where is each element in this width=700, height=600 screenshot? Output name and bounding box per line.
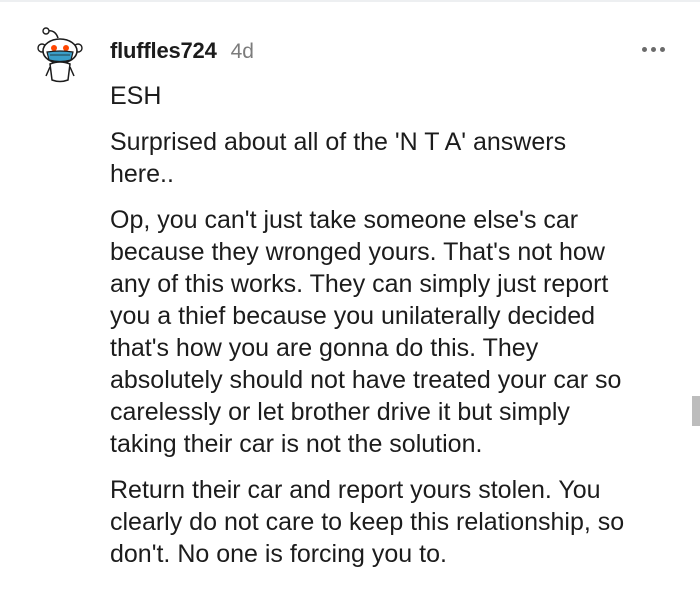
comment-paragraph: Op, you can't just take someone else's c… xyxy=(110,206,622,458)
more-options-icon[interactable] xyxy=(636,40,670,58)
comment-paragraph: Surprised about all of the 'N T A' answe… xyxy=(110,128,567,188)
comment: fluffles724 4d ESH Surprised about all o… xyxy=(0,0,700,600)
comment-timestamp[interactable]: 4d xyxy=(231,40,254,64)
comment-paragraph: Return their car and report yours stolen… xyxy=(110,476,625,568)
comment-header: fluffles724 4d xyxy=(110,38,254,64)
comment-paragraph: ESH xyxy=(110,82,162,110)
more-dot xyxy=(650,46,656,52)
username-link[interactable]: fluffles724 xyxy=(110,38,217,64)
reddit-snoo-mask-avatar-icon[interactable] xyxy=(34,24,86,84)
scrollbar-thumb[interactable] xyxy=(692,396,700,426)
comment-body: ESH Surprised about all of the 'N T A' a… xyxy=(110,80,680,584)
more-dot xyxy=(659,46,665,52)
more-dot xyxy=(641,46,647,52)
